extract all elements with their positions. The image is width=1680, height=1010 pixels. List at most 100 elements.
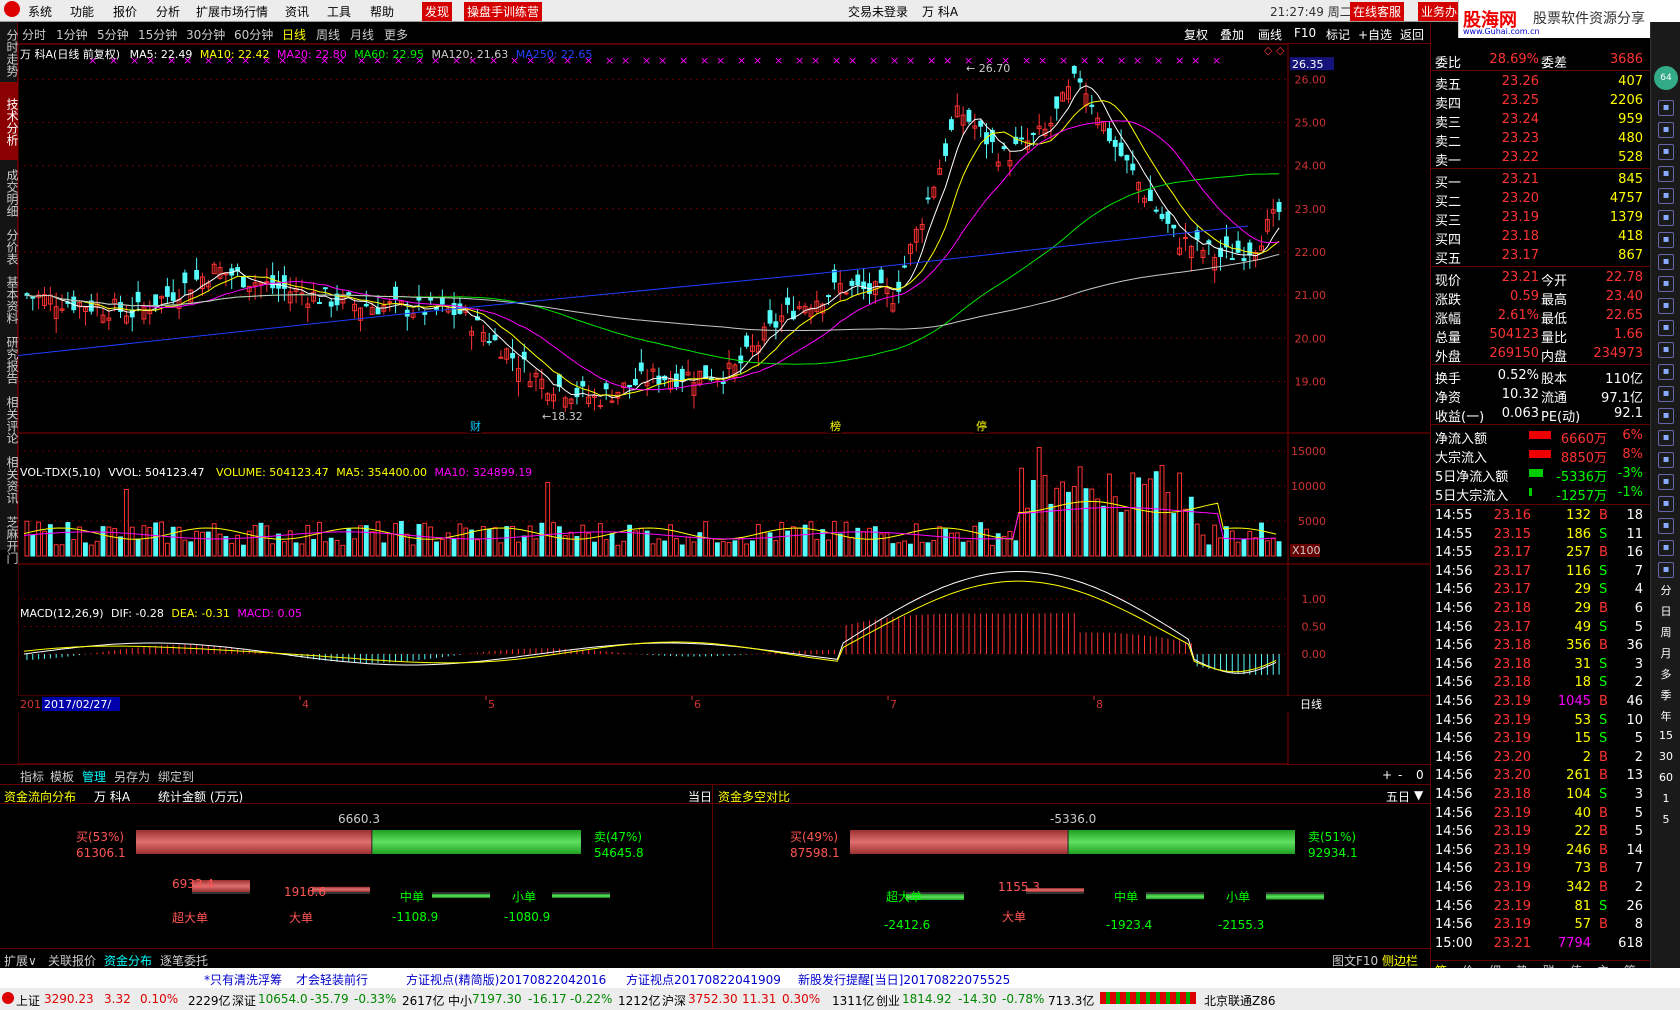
fund-flow-period[interactable]: 当日 bbox=[688, 788, 712, 805]
side-period-6[interactable]: 年 bbox=[1657, 708, 1675, 724]
menu-analysis[interactable]: 分析 bbox=[156, 3, 180, 20]
menu-news[interactable]: 资讯 bbox=[285, 3, 309, 20]
period-daily[interactable]: 日线 bbox=[282, 26, 306, 43]
period-monthly[interactable]: 月线 bbox=[350, 26, 374, 43]
news-item-3[interactable]: 方证视点20170822041909 bbox=[626, 971, 781, 988]
tab-fund-distribution[interactable]: 资金分布 bbox=[104, 952, 152, 969]
side-period-11[interactable]: 5 bbox=[1657, 813, 1675, 826]
online-service-button[interactable]: 在线客服 bbox=[1350, 2, 1405, 21]
side-tool-icon[interactable]: ▪ bbox=[1658, 298, 1674, 314]
news-item-2[interactable]: 方证视点(精简版)20170822042016 bbox=[406, 971, 606, 988]
tab-save-as[interactable]: 另存为 bbox=[114, 768, 150, 785]
business-button[interactable]: 业务办 bbox=[1418, 2, 1461, 21]
tab-related-quotes[interactable]: 关联报价 bbox=[48, 952, 96, 969]
side-tool-icon[interactable]: ▪ bbox=[1658, 122, 1674, 138]
f10-graphic-button[interactable]: 图文F10 bbox=[1332, 952, 1378, 969]
back-button[interactable]: 返回 bbox=[1400, 26, 1424, 43]
training-button[interactable]: 操盘手训练营 bbox=[464, 2, 543, 21]
f10-button[interactable]: F10 bbox=[1294, 26, 1316, 40]
zoom-out-button[interactable]: - bbox=[1398, 768, 1402, 782]
hs-label[interactable]: 沪深 bbox=[662, 992, 686, 1009]
side-tool-icon[interactable]: ▪ bbox=[1658, 496, 1674, 512]
menu-extended-market[interactable]: 扩展市场行情 bbox=[196, 3, 268, 20]
tab-order-by-order[interactable]: 逐笔委托 bbox=[160, 952, 208, 969]
tab-related-news[interactable]: 相关资讯 bbox=[0, 450, 19, 508]
adjust-button[interactable]: 复权 bbox=[1184, 26, 1208, 43]
menu-help[interactable]: 帮助 bbox=[370, 3, 394, 20]
zoom-in-button[interactable]: + bbox=[1382, 768, 1392, 782]
side-period-2[interactable]: 周 bbox=[1657, 624, 1675, 640]
tab-basic-info[interactable]: 基本资料 bbox=[0, 270, 19, 328]
side-tool-icon[interactable]: ▪ bbox=[1658, 276, 1674, 292]
side-period-3[interactable]: 月 bbox=[1657, 645, 1675, 661]
period-dropdown-icon[interactable]: ▼ bbox=[1414, 788, 1423, 802]
side-period-5[interactable]: 季 bbox=[1657, 687, 1675, 703]
tab-research[interactable]: 研究报告 bbox=[0, 330, 19, 388]
news-item-1[interactable]: 才会轻装前行 bbox=[296, 971, 368, 988]
side-tool-icon[interactable]: ▪ bbox=[1658, 144, 1674, 160]
draw-button[interactable]: 画线 bbox=[1258, 26, 1282, 43]
side-period-9[interactable]: 60 bbox=[1657, 771, 1675, 784]
period-15min[interactable]: 15分钟 bbox=[138, 26, 177, 43]
side-tool-icon[interactable]: ▪ bbox=[1658, 562, 1674, 578]
tab-intraday[interactable]: 分时走势 bbox=[0, 24, 19, 80]
tab-template[interactable]: 模板 bbox=[50, 768, 74, 785]
period-60min[interactable]: 60分钟 bbox=[234, 26, 273, 43]
menu-function[interactable]: 功能 bbox=[70, 3, 94, 20]
kline-chart-svg[interactable]: 26.00 25.00 24.00 23.00 22.00 21.00 20.00 19.00… bbox=[18, 44, 1430, 764]
side-badge-icon[interactable]: 64 bbox=[1654, 66, 1678, 90]
kline-chart-area[interactable]: 26.00 25.00 24.00 23.00 22.00 21.00 20.00 19.00… bbox=[18, 44, 1430, 764]
news-item-0[interactable]: *只有清洗浮筹 bbox=[204, 971, 282, 988]
add-watchlist-button[interactable]: +自选 bbox=[1358, 26, 1392, 43]
side-tool-icon[interactable]: ▪ bbox=[1658, 518, 1674, 534]
sz-label[interactable]: 深证 bbox=[232, 992, 256, 1009]
cy-label[interactable]: 创业 bbox=[876, 992, 900, 1009]
tab-bind-to[interactable]: 绑定到 bbox=[158, 768, 194, 785]
period-intraday[interactable]: 分时 bbox=[22, 26, 46, 43]
side-tool-icon[interactable]: ▪ bbox=[1658, 254, 1674, 270]
zx-label[interactable]: 中小 bbox=[448, 992, 472, 1009]
menu-system[interactable]: 系统 bbox=[28, 3, 52, 20]
period-5min[interactable]: 5分钟 bbox=[97, 26, 129, 43]
side-tool-icon[interactable]: ▪ bbox=[1658, 232, 1674, 248]
side-tool-icon[interactable]: ▪ bbox=[1658, 452, 1674, 468]
server-name[interactable]: 北京联通Z86 bbox=[1204, 992, 1276, 1009]
side-tool-icon[interactable]: ▪ bbox=[1658, 474, 1674, 490]
period-weekly[interactable]: 周线 bbox=[316, 26, 340, 43]
menu-tools[interactable]: 工具 bbox=[327, 3, 351, 20]
tab-sesame[interactable]: 芝麻开门 bbox=[0, 510, 19, 568]
tab-indicator[interactable]: 指标 bbox=[20, 768, 44, 785]
side-tool-icon[interactable]: ▪ bbox=[1658, 166, 1674, 182]
find-button[interactable]: 发现 bbox=[422, 2, 453, 21]
tab-manage[interactable]: 管理 bbox=[82, 768, 106, 785]
side-tool-icon[interactable]: ▪ bbox=[1658, 430, 1674, 446]
side-period-10[interactable]: 1 bbox=[1657, 792, 1675, 805]
period-more[interactable]: 更多 bbox=[384, 26, 408, 43]
period-1min[interactable]: 1分钟 bbox=[56, 26, 88, 43]
fund-flow-title[interactable]: 资金流向分布 bbox=[4, 788, 76, 805]
tab-trades[interactable]: 成交明细 bbox=[0, 162, 19, 222]
sh-label[interactable]: 上证 bbox=[16, 992, 40, 1009]
overlay-button[interactable]: 叠加 bbox=[1220, 26, 1244, 43]
period-30min[interactable]: 30分钟 bbox=[186, 26, 225, 43]
side-tool-icon[interactable]: ▪ bbox=[1658, 540, 1674, 556]
fund-compare-title[interactable]: 资金多空对比 bbox=[718, 788, 790, 805]
side-tool-icon[interactable]: ▪ bbox=[1658, 210, 1674, 226]
tab-comments[interactable]: 相关评论 bbox=[0, 390, 19, 448]
side-tool-icon[interactable]: ▪ bbox=[1658, 188, 1674, 204]
tab-extend[interactable]: 扩展∨ bbox=[4, 952, 37, 969]
side-period-7[interactable]: 15 bbox=[1657, 729, 1675, 742]
side-period-1[interactable]: 日 bbox=[1657, 603, 1675, 619]
side-period-8[interactable]: 30 bbox=[1657, 750, 1675, 763]
side-tool-icon[interactable]: ▪ bbox=[1658, 320, 1674, 336]
tab-technical[interactable]: 技术分析 bbox=[0, 82, 19, 160]
side-tool-icon[interactable]: ▪ bbox=[1658, 100, 1674, 116]
side-tool-icon[interactable]: ▪ bbox=[1658, 408, 1674, 424]
side-tool-icon[interactable]: ▪ bbox=[1658, 342, 1674, 358]
fund-compare-period[interactable]: 五日 bbox=[1386, 788, 1410, 805]
tab-price-table[interactable]: 分价表 bbox=[0, 224, 19, 268]
menu-quote[interactable]: 报价 bbox=[113, 3, 137, 20]
reset-zoom-button[interactable]: 0 bbox=[1416, 768, 1424, 782]
side-tool-icon[interactable]: ▪ bbox=[1658, 364, 1674, 380]
side-period-4[interactable]: 多 bbox=[1657, 666, 1675, 682]
